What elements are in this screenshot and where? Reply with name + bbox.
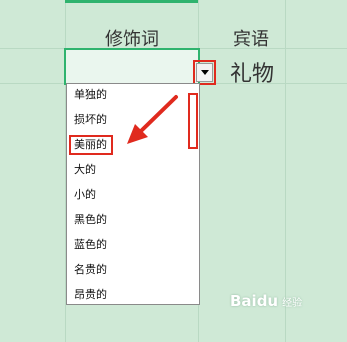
annotation-arrow [127, 95, 178, 144]
watermark-sub: 经验 [282, 298, 303, 309]
watermark-logo: Baidu 经验 [230, 292, 302, 310]
watermark-brand: Baidu [230, 292, 279, 310]
